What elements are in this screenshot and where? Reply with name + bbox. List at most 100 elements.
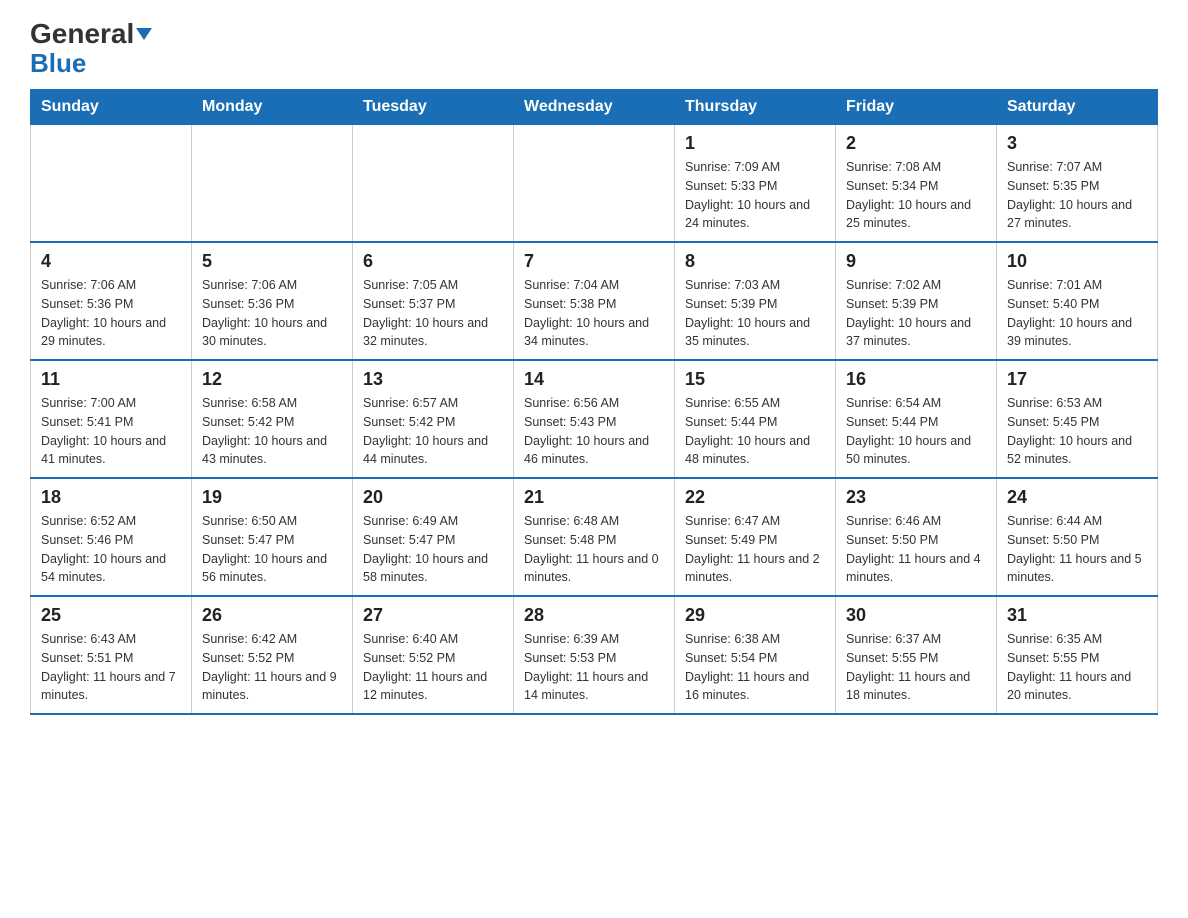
- calendar-cell: 25 Sunrise: 6:43 AMSunset: 5:51 PMDayligh…: [31, 596, 192, 714]
- day-info: Sunrise: 7:00 AMSunset: 5:41 PMDaylight:…: [41, 394, 181, 469]
- weekday-header-row: SundayMondayTuesdayWednesdayThursdayFrid…: [31, 90, 1158, 125]
- day-info: Sunrise: 6:37 AMSunset: 5:55 PMDaylight:…: [846, 630, 986, 705]
- day-number: 12: [202, 369, 342, 390]
- calendar-cell: 13Sunrise: 6:57 AMSunset: 5:42 PMDayligh…: [353, 360, 514, 478]
- calendar-cell: 20Sunrise: 6:49 AMSunset: 5:47 PMDayligh…: [353, 478, 514, 596]
- day-info: Sunrise: 6:46 AMSunset: 5:50 PMDaylight:…: [846, 512, 986, 587]
- day-number: 31: [1007, 605, 1147, 626]
- logo-blue: Blue: [30, 48, 86, 78]
- day-info: Sunrise: 6:38 AMSunset: 5:54 PMDaylight:…: [685, 630, 825, 705]
- calendar-week-row: 18 Sunrise: 6:52 AMSunset: 5:46 PMDayligh…: [31, 478, 1158, 596]
- day-number: 26: [202, 605, 342, 626]
- day-info: Sunrise: 6:40 AMSunset: 5:52 PMDaylight:…: [363, 630, 503, 705]
- day-info: Sunrise: 6:52 AMSunset: 5:46 PMDaylight:…: [41, 512, 181, 587]
- day-number: 1: [685, 133, 825, 154]
- weekday-header-monday: Monday: [192, 90, 353, 125]
- day-info: Sunrise: 6:48 AMSunset: 5:48 PMDaylight:…: [524, 512, 664, 587]
- day-info: Sunrise: 7:08 AMSunset: 5:34 PMDaylight:…: [846, 158, 986, 233]
- day-number: 21: [524, 487, 664, 508]
- day-number: 10: [1007, 251, 1147, 272]
- day-info: Sunrise: 7:03 AMSunset: 5:39 PMDaylight:…: [685, 276, 825, 351]
- weekday-header-friday: Friday: [836, 90, 997, 125]
- calendar-cell: 30 Sunrise: 6:37 AMSunset: 5:55 PMDayligh…: [836, 596, 997, 714]
- weekday-header-sunday: Sunday: [31, 90, 192, 125]
- weekday-header-tuesday: Tuesday: [353, 90, 514, 125]
- calendar-cell: 2 Sunrise: 7:08 AMSunset: 5:34 PMDaylight…: [836, 125, 997, 243]
- calendar-cell: 18 Sunrise: 6:52 AMSunset: 5:46 PMDayligh…: [31, 478, 192, 596]
- day-info: Sunrise: 6:42 AMSunset: 5:52 PMDaylight:…: [202, 630, 342, 705]
- calendar-cell: 19 Sunrise: 6:50 AMSunset: 5:47 PMDayligh…: [192, 478, 353, 596]
- calendar-cell: [31, 125, 192, 243]
- calendar-cell: 31 Sunrise: 6:35 AMSunset: 5:55 PMDayligh…: [997, 596, 1158, 714]
- day-number: 8: [685, 251, 825, 272]
- calendar-cell: [192, 125, 353, 243]
- calendar-cell: 8 Sunrise: 7:03 AMSunset: 5:39 PMDaylight…: [675, 242, 836, 360]
- day-info: Sunrise: 7:09 AMSunset: 5:33 PMDaylight:…: [685, 158, 825, 233]
- calendar-cell: 15 Sunrise: 6:55 AMSunset: 5:44 PMDayligh…: [675, 360, 836, 478]
- calendar-cell: 6Sunrise: 7:05 AMSunset: 5:37 PMDaylight…: [353, 242, 514, 360]
- weekday-header-saturday: Saturday: [997, 90, 1158, 125]
- calendar-cell: 28 Sunrise: 6:39 AMSunset: 5:53 PMDayligh…: [514, 596, 675, 714]
- day-number: 27: [363, 605, 503, 626]
- day-number: 24: [1007, 487, 1147, 508]
- day-info: Sunrise: 7:07 AMSunset: 5:35 PMDaylight:…: [1007, 158, 1147, 233]
- calendar-cell: 7 Sunrise: 7:04 AMSunset: 5:38 PMDaylight…: [514, 242, 675, 360]
- day-info: Sunrise: 7:02 AMSunset: 5:39 PMDaylight:…: [846, 276, 986, 351]
- day-number: 25: [41, 605, 181, 626]
- weekday-header-wednesday: Wednesday: [514, 90, 675, 125]
- logo-triangle-icon: [136, 28, 152, 40]
- calendar-cell: 29 Sunrise: 6:38 AMSunset: 5:54 PMDayligh…: [675, 596, 836, 714]
- day-number: 23: [846, 487, 986, 508]
- day-info: Sunrise: 7:06 AMSunset: 5:36 PMDaylight:…: [202, 276, 342, 351]
- day-info: Sunrise: 6:44 AMSunset: 5:50 PMDaylight:…: [1007, 512, 1147, 587]
- calendar-week-row: 11 Sunrise: 7:00 AMSunset: 5:41 PMDayligh…: [31, 360, 1158, 478]
- day-info: Sunrise: 6:56 AMSunset: 5:43 PMDaylight:…: [524, 394, 664, 469]
- day-info: Sunrise: 6:35 AMSunset: 5:55 PMDaylight:…: [1007, 630, 1147, 705]
- day-number: 4: [41, 251, 181, 272]
- day-number: 5: [202, 251, 342, 272]
- calendar-cell: 21 Sunrise: 6:48 AMSunset: 5:48 PMDayligh…: [514, 478, 675, 596]
- day-number: 18: [41, 487, 181, 508]
- calendar-table: SundayMondayTuesdayWednesdayThursdayFrid…: [30, 89, 1158, 715]
- calendar-cell: 26 Sunrise: 6:42 AMSunset: 5:52 PMDayligh…: [192, 596, 353, 714]
- day-number: 22: [685, 487, 825, 508]
- day-number: 15: [685, 369, 825, 390]
- calendar-cell: [353, 125, 514, 243]
- day-number: 16: [846, 369, 986, 390]
- calendar-cell: 12 Sunrise: 6:58 AMSunset: 5:42 PMDayligh…: [192, 360, 353, 478]
- day-number: 17: [1007, 369, 1147, 390]
- logo-general: General: [30, 20, 134, 48]
- day-info: Sunrise: 7:01 AMSunset: 5:40 PMDaylight:…: [1007, 276, 1147, 351]
- day-number: 30: [846, 605, 986, 626]
- day-info: Sunrise: 6:50 AMSunset: 5:47 PMDaylight:…: [202, 512, 342, 587]
- day-info: Sunrise: 6:53 AMSunset: 5:45 PMDaylight:…: [1007, 394, 1147, 469]
- day-info: Sunrise: 6:43 AMSunset: 5:51 PMDaylight:…: [41, 630, 181, 705]
- day-info: Sunrise: 7:04 AMSunset: 5:38 PMDaylight:…: [524, 276, 664, 351]
- day-number: 3: [1007, 133, 1147, 154]
- day-number: 11: [41, 369, 181, 390]
- calendar-week-row: 1 Sunrise: 7:09 AMSunset: 5:33 PMDaylight…: [31, 125, 1158, 243]
- day-info: Sunrise: 7:05 AMSunset: 5:37 PMDaylight:…: [363, 276, 503, 351]
- day-number: 2: [846, 133, 986, 154]
- day-number: 28: [524, 605, 664, 626]
- day-info: Sunrise: 6:57 AMSunset: 5:42 PMDaylight:…: [363, 394, 503, 469]
- day-info: Sunrise: 6:54 AMSunset: 5:44 PMDaylight:…: [846, 394, 986, 469]
- calendar-week-row: 4 Sunrise: 7:06 AMSunset: 5:36 PMDaylight…: [31, 242, 1158, 360]
- calendar-cell: 4Sunrise: 7:06 AMSunset: 5:36 PMDaylight…: [31, 242, 192, 360]
- day-number: 19: [202, 487, 342, 508]
- calendar-cell: 3 Sunrise: 7:07 AMSunset: 5:35 PMDaylight…: [997, 125, 1158, 243]
- calendar-cell: 23 Sunrise: 6:46 AMSunset: 5:50 PMDayligh…: [836, 478, 997, 596]
- day-info: Sunrise: 6:58 AMSunset: 5:42 PMDaylight:…: [202, 394, 342, 469]
- day-info: Sunrise: 6:55 AMSunset: 5:44 PMDaylight:…: [685, 394, 825, 469]
- day-number: 29: [685, 605, 825, 626]
- calendar-cell: 9 Sunrise: 7:02 AMSunset: 5:39 PMDaylight…: [836, 242, 997, 360]
- logo: General Blue: [30, 20, 152, 79]
- day-info: Sunrise: 6:39 AMSunset: 5:53 PMDaylight:…: [524, 630, 664, 705]
- calendar-cell: 5 Sunrise: 7:06 AMSunset: 5:36 PMDaylight…: [192, 242, 353, 360]
- calendar-cell: 22Sunrise: 6:47 AMSunset: 5:49 PMDayligh…: [675, 478, 836, 596]
- day-number: 9: [846, 251, 986, 272]
- calendar-cell: 1 Sunrise: 7:09 AMSunset: 5:33 PMDaylight…: [675, 125, 836, 243]
- page-header: General Blue: [30, 20, 1158, 79]
- weekday-header-thursday: Thursday: [675, 90, 836, 125]
- day-number: 7: [524, 251, 664, 272]
